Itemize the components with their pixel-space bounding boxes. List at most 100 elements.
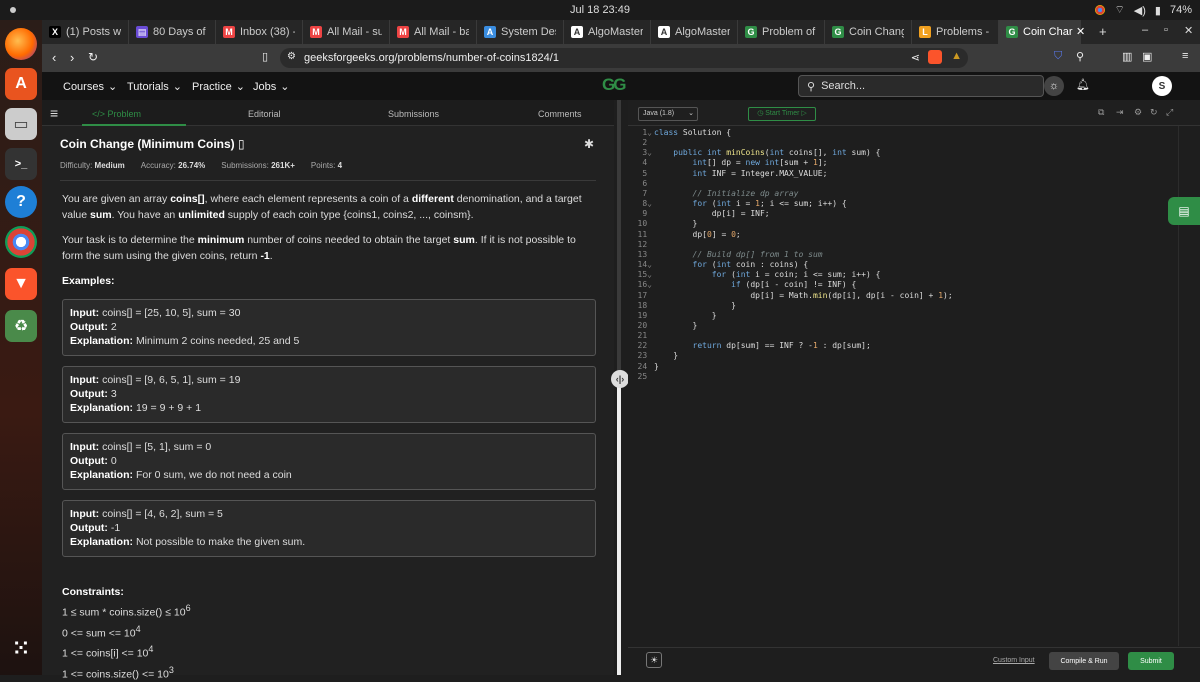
example-box: Input: coins[] = [5, 1], sum = 0Output: …	[62, 433, 596, 490]
browser-tab[interactable]: GCoin Char	[999, 20, 1081, 44]
wifi-icon[interactable]: ⌔	[1114, 3, 1124, 17]
copy-icon[interactable]: ⧉	[1098, 107, 1104, 118]
url-field[interactable]: ⚙ geeksforgeeks.org/problems/number-of-c…	[280, 48, 968, 68]
vpn-icon[interactable]: ⛉	[1054, 50, 1062, 63]
brave-rewards-icon[interactable]: ▲	[951, 50, 962, 62]
close-window-icon[interactable]: ✕	[1184, 24, 1193, 37]
problem-scroll-thumb[interactable]	[617, 382, 621, 675]
settings-icon[interactable]: ⚙	[1134, 107, 1142, 118]
close-tab-icon[interactable]: ✕	[1076, 25, 1085, 38]
tab-favicon-icon: G	[745, 26, 757, 38]
tab-label: Inbox (38) - b	[240, 26, 295, 38]
volume-icon[interactable]: ◀)	[1134, 4, 1146, 17]
nav-tutorials[interactable]: Tutorials⌄	[127, 80, 182, 93]
tab-favicon-icon: A	[571, 26, 583, 38]
compile-run-button[interactable]: Compile & Run	[1049, 652, 1119, 670]
hint-bulb-icon[interactable]: ☀	[646, 652, 662, 668]
chrome-tray-icon[interactable]	[1095, 5, 1105, 15]
extensions-icon[interactable]: ⚲	[1076, 50, 1084, 63]
browser-tab[interactable]: GCoin Change	[825, 20, 912, 44]
clock[interactable]: Jul 18 23:49	[0, 4, 1200, 16]
sidebar-icon[interactable]: ▥	[1122, 50, 1132, 63]
constraints-heading: Constraints:	[62, 584, 191, 600]
reload-icon[interactable]: ↻	[88, 50, 98, 64]
app-center-icon[interactable]: A	[5, 68, 37, 100]
start-timer-button[interactable]: ◷ Start Timer ▷	[748, 107, 816, 121]
site-info-icon[interactable]: ⚙	[287, 51, 296, 62]
maximize-icon[interactable]: ▫	[1164, 24, 1168, 36]
problem-title-text: Coin Change (Minimum Coins)	[60, 137, 235, 151]
tab-submissions[interactable]: Submissions	[388, 109, 439, 119]
browser-tab[interactable]: X(1) Posts with	[42, 20, 129, 44]
panel-resize-handle[interactable]: ‹|›	[611, 370, 629, 388]
browser-tab[interactable]: AAlgoMaster.io	[564, 20, 651, 44]
battery-icon[interactable]: ▮	[1155, 4, 1161, 17]
tab-favicon-icon: X	[49, 26, 61, 38]
fullscreen-icon[interactable]: ⤢	[1166, 107, 1173, 118]
help-icon[interactable]: ?	[5, 186, 37, 218]
hamburger-icon[interactable]: ≡	[50, 105, 58, 121]
system-tray[interactable]: ⌔ ◀) ▮ 74%	[1095, 3, 1192, 17]
browser-tab[interactable]: MInbox (38) - b	[216, 20, 303, 44]
browser-tab[interactable]: MAll Mail - sum	[303, 20, 390, 44]
wallet-icon[interactable]: ▣	[1142, 50, 1152, 63]
show-apps-icon[interactable]: ⁙	[5, 632, 37, 664]
chat-icon[interactable]: ▤	[1168, 197, 1200, 225]
tab-favicon-icon: G	[832, 26, 844, 38]
example-box: Input: coins[] = [4, 6, 2], sum = 5Outpu…	[62, 500, 596, 557]
browser-tab[interactable]: LProblems - Le	[912, 20, 999, 44]
examples-heading: Examples:	[62, 273, 592, 289]
browser-tab[interactable]: ASystem Desig	[477, 20, 564, 44]
tab-comments[interactable]: Comments	[538, 109, 582, 119]
tab-problem[interactable]: </> Problem	[92, 109, 141, 119]
reset-icon[interactable]: ↻	[1150, 107, 1158, 118]
notification-bell-icon[interactable]: 🔔︎	[1076, 78, 1090, 91]
browser-tab[interactable]: MAll Mail - banl	[390, 20, 477, 44]
chrome-icon[interactable]	[5, 226, 37, 258]
example-box: Input: coins[] = [9, 6, 5, 1], sum = 19O…	[62, 366, 596, 423]
firefox-icon[interactable]	[5, 28, 37, 60]
export-icon[interactable]: ⇥	[1116, 107, 1124, 118]
search-input[interactable]: ⚲ Search...	[798, 75, 1044, 97]
gfg-logo[interactable]: GG	[602, 75, 624, 95]
avatar[interactable]: S	[1152, 76, 1172, 96]
tab-favicon-icon: L	[919, 26, 931, 38]
theme-toggle-icon[interactable]: ☼	[1044, 76, 1064, 96]
report-bug-icon[interactable]: ✱	[584, 137, 594, 151]
back-icon[interactable]: ‹	[52, 50, 56, 65]
url-text: geeksforgeeks.org/problems/number-of-coi…	[304, 52, 559, 64]
nav-jobs[interactable]: Jobs⌄	[253, 80, 289, 93]
browser-tab[interactable]: AAlgoMaster N	[651, 20, 738, 44]
bookmark-icon[interactable]: ▯	[262, 50, 268, 63]
new-tab-icon[interactable]: +	[1099, 24, 1107, 39]
submit-button[interactable]: Submit	[1128, 652, 1174, 670]
active-tab-indicator	[82, 124, 186, 126]
code-editor[interactable]: class Solution { public int minCoins(int…	[654, 126, 1174, 646]
constraints: Constraints: 1 ≤ sum * coins.size() ≤ 10…	[62, 584, 191, 682]
bookmark-problem-icon[interactable]: ▯	[238, 137, 245, 151]
minimize-icon[interactable]: –	[1142, 24, 1148, 36]
points: Points: 4	[311, 161, 342, 170]
constraint-item: 1 <= coins[i] <= 104	[62, 641, 191, 662]
nav-practice[interactable]: Practice⌄	[192, 80, 245, 93]
battery-level: 74%	[1170, 4, 1192, 16]
constraint-item: 0 <= sum <= 104	[62, 621, 191, 642]
forward-icon[interactable]: ›	[70, 50, 74, 65]
brave-icon[interactable]: ▼	[5, 268, 37, 300]
brave-shield-icon[interactable]	[928, 50, 942, 64]
nav-courses[interactable]: Courses⌄	[63, 80, 117, 93]
files-icon[interactable]: ▭	[5, 108, 37, 140]
example-output: Output: 0	[70, 454, 588, 468]
menu-icon[interactable]: ≡	[1182, 50, 1188, 62]
tab-editorial[interactable]: Editorial	[248, 109, 281, 119]
custom-input-link[interactable]: Custom Input	[993, 657, 1035, 664]
chevron-down-icon: ⌄	[108, 80, 117, 93]
share-icon[interactable]: ⋖	[911, 51, 920, 64]
chevron-down-icon: ⌄	[688, 108, 694, 120]
language-select[interactable]: Java (1.8) ⌄	[638, 107, 698, 121]
browser-tab[interactable]: GProblem of th	[738, 20, 825, 44]
terminal-icon[interactable]: >_	[5, 148, 37, 180]
trash-icon[interactable]: ♻	[5, 310, 37, 342]
example-explanation: Explanation: Minimum 2 coins needed, 25 …	[70, 334, 588, 348]
browser-tab[interactable]: ▤80 Days of #c	[129, 20, 216, 44]
